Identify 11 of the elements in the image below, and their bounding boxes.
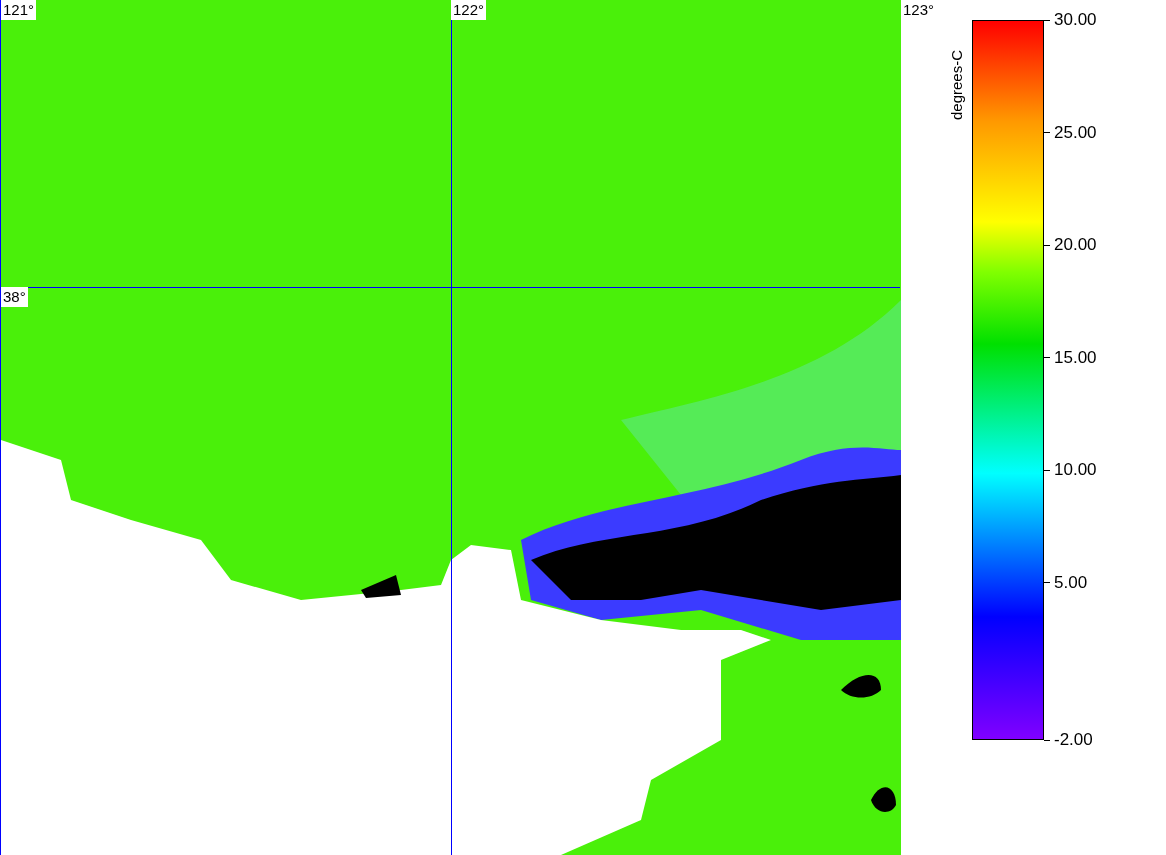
longitude-label: 122°: [451, 0, 487, 20]
colorbar-title: degrees-C: [947, 48, 966, 120]
colorbar-tick-label: 15.00: [1054, 347, 1097, 368]
colorbar-tick-label: 10.00: [1054, 460, 1097, 480]
colorbar-tick-label: -2.00: [1054, 730, 1093, 750]
colorbar-tick-label: 20.00: [1054, 235, 1097, 255]
longitude-label: 121°: [1, 0, 37, 20]
colorbar-tick-label: 5.00: [1054, 572, 1088, 593]
colorbar-tick-label: 25.00: [1054, 122, 1097, 143]
latitude-label: 38°: [1, 287, 28, 307]
colorbar-tick-label: 30.00: [1054, 10, 1097, 30]
